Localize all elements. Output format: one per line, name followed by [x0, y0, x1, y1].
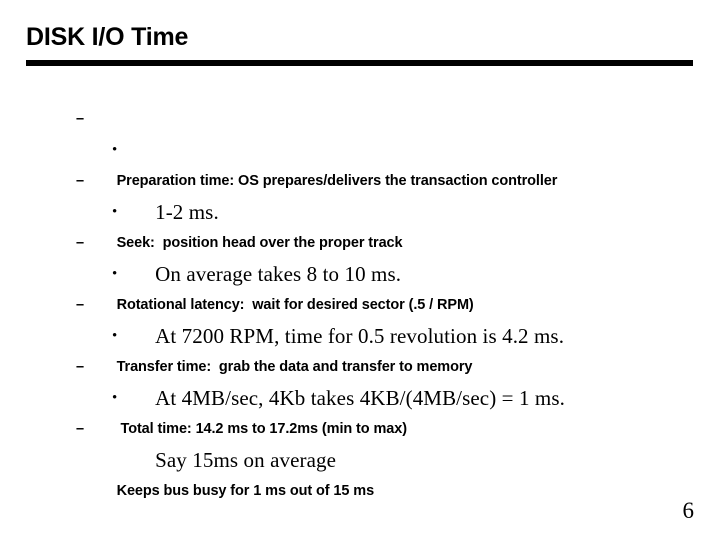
list-item: – Seek: position head over the proper tr… — [0, 166, 720, 251]
page-number: 6 — [682, 498, 695, 523]
page-title: DISK I/O Time — [26, 23, 189, 51]
list-item: • 1-2 ms. — [0, 135, 720, 224]
list-item-label: Keeps bus busy for 1 ms out of 15 ms — [116, 483, 375, 499]
round-bullet-icon: • — [112, 390, 118, 406]
dash-bullet-icon: – — [76, 173, 84, 189]
list-item: • On average takes 8 to 10 ms. — [0, 197, 720, 286]
list-item: • At 7200 RPM, time for 0.5 revolution i… — [0, 259, 720, 348]
list-item: – Keeps bus busy for 1 ms out of 15 ms — [0, 414, 720, 499]
list-item: • Say 15ms on average — [0, 383, 720, 472]
list-item: – Transfer time: grab the data and trans… — [0, 290, 720, 375]
bullet-list: – Preparation time: OS prepares/delivers… — [0, 104, 720, 499]
round-bullet-icon: • — [112, 204, 118, 220]
list-item: – Rotational latency: wait for desired s… — [0, 228, 720, 313]
dash-bullet-icon: – — [76, 421, 84, 437]
dash-bullet-icon: – — [76, 297, 84, 313]
dash-bullet-icon: – — [76, 111, 84, 127]
dash-bullet-icon: – — [76, 235, 84, 251]
list-item: • At 4MB/sec, 4Kb takes 4KB/(4MB/sec) = … — [0, 321, 720, 410]
round-bullet-icon: • — [112, 142, 118, 158]
title-divider — [26, 60, 693, 66]
round-bullet-icon: • — [112, 266, 118, 282]
list-item-label: Say 15ms on average — [155, 448, 337, 472]
list-item: – Preparation time: OS prepares/delivers… — [0, 104, 720, 189]
slide: DISK I/O Time – Preparation time: OS pre… — [0, 0, 720, 540]
dash-bullet-icon: – — [76, 359, 84, 375]
round-bullet-icon: • — [112, 328, 118, 344]
list-item: – Total time: 14.2 ms to 17.2ms (min to … — [0, 352, 720, 437]
